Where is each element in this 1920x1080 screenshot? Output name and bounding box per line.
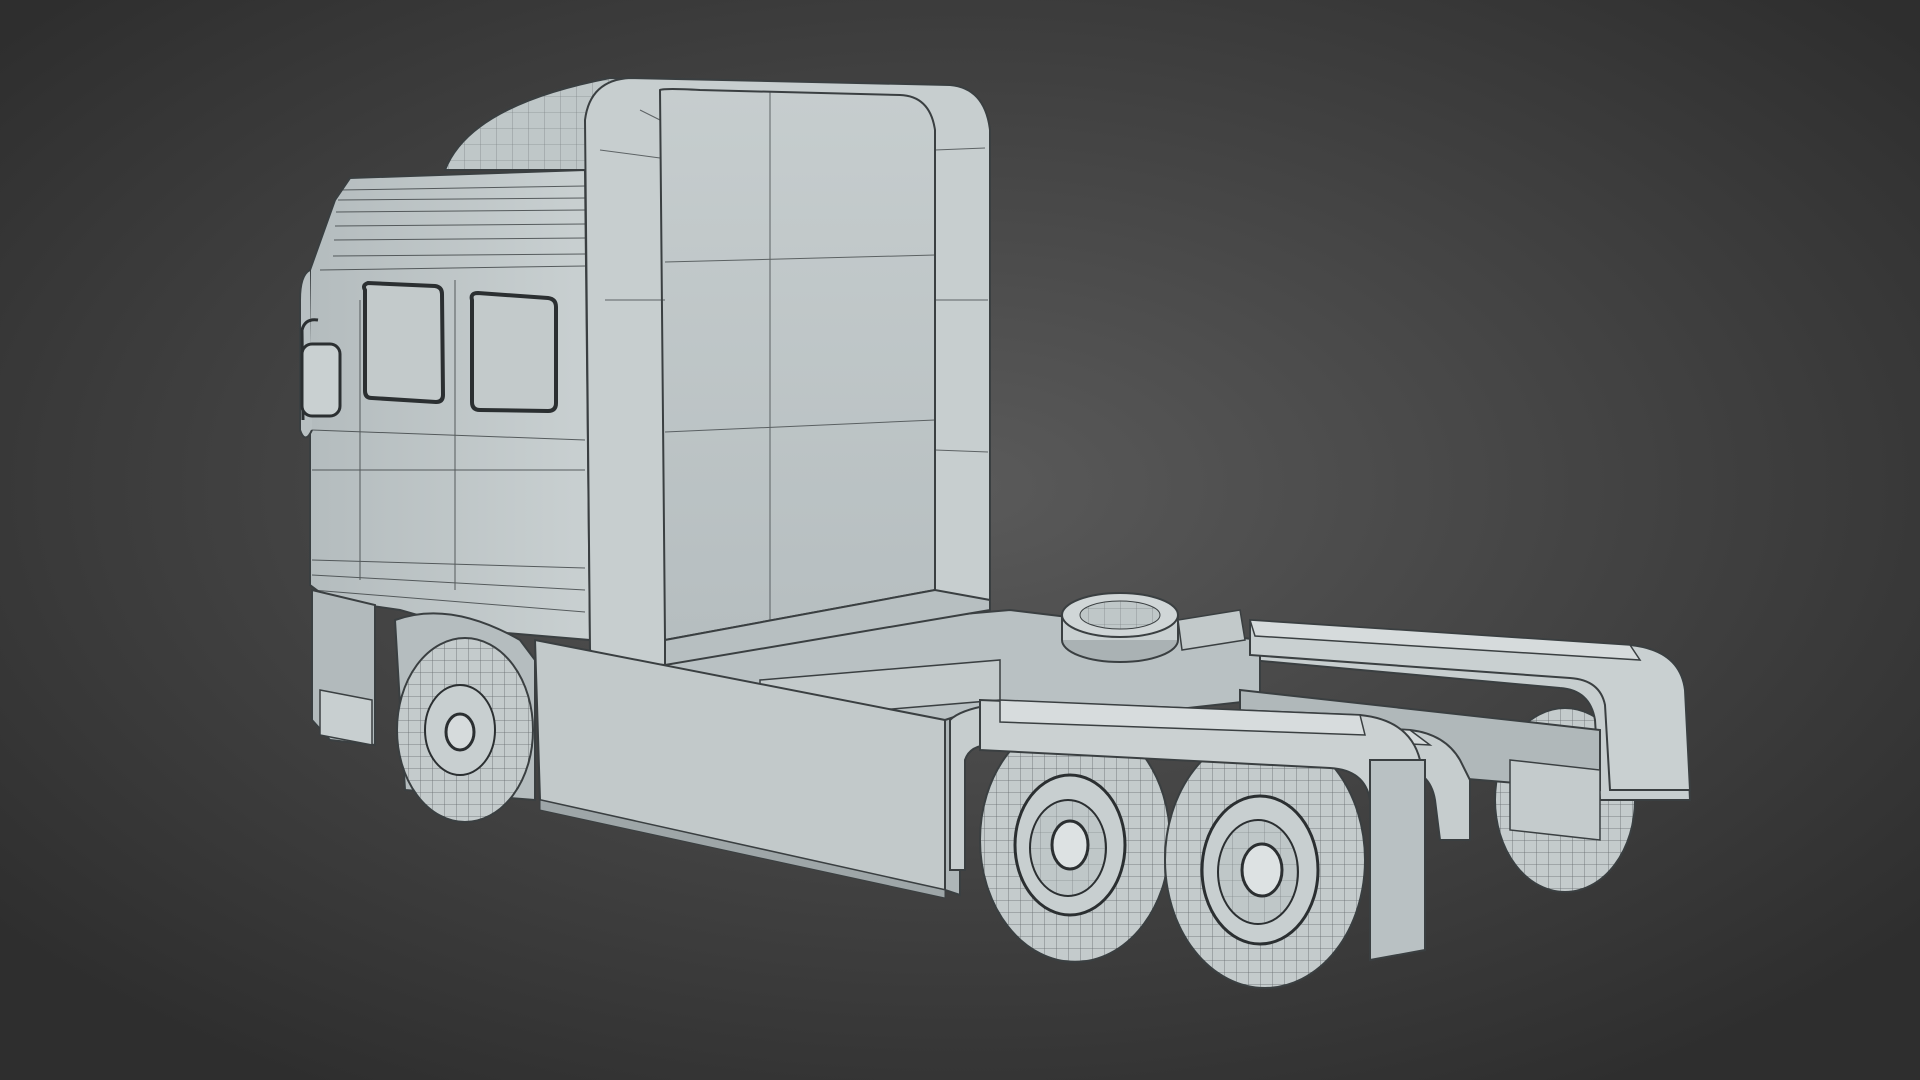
rear-wheel-back xyxy=(1164,731,1366,989)
cab-window-right xyxy=(469,290,558,414)
viewport xyxy=(0,0,1920,1080)
cab-rear-wall xyxy=(583,76,991,667)
cab-window-left xyxy=(362,280,446,405)
front-wheel xyxy=(393,612,536,823)
truck-render xyxy=(0,0,1920,1080)
